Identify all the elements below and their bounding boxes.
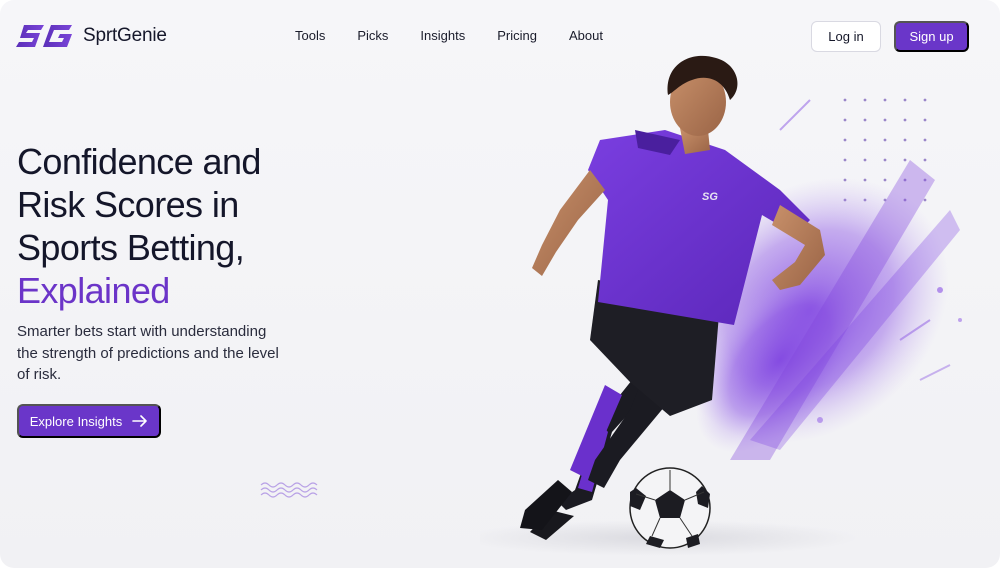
explore-insights-label: Explore Insights xyxy=(29,413,123,429)
wave-decoration-icon xyxy=(260,482,318,498)
hero-title-line-1: Confidence and xyxy=(17,141,261,182)
brand-name: SprtGenie xyxy=(83,25,167,46)
explore-insights-button[interactable]: Explore Insights xyxy=(17,404,161,438)
nav-picks[interactable]: Picks xyxy=(341,28,404,43)
arrow-right-icon xyxy=(132,415,148,427)
soccer-ball-icon xyxy=(629,467,711,549)
nav-insights[interactable]: Insights xyxy=(404,28,481,43)
soccer-player-image: SG xyxy=(480,55,962,556)
sg-logo-icon xyxy=(16,25,72,47)
hero-title: Confidence and Risk Scores in Sports Bet… xyxy=(17,140,261,312)
page: SprtGenie Tools Picks Insights Pricing A… xyxy=(0,0,1000,568)
hero-title-accent: Explained xyxy=(17,270,170,311)
jersey-logo: SG xyxy=(702,191,718,203)
hero-title-line-2: Risk Scores in xyxy=(17,184,239,225)
hero-subtitle: Smarter bets start with understanding th… xyxy=(17,323,279,383)
hero-title-line-3: Sports Betting, xyxy=(17,227,245,268)
brand-logo[interactable]: SprtGenie xyxy=(16,22,167,50)
nav-tools[interactable]: Tools xyxy=(279,28,341,43)
